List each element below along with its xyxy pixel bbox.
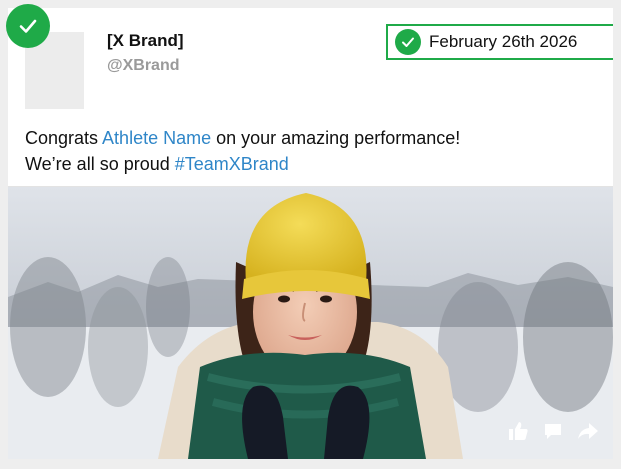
brand-handle: @XBrand	[107, 57, 180, 74]
post-date: February 26th 2026	[429, 32, 578, 51]
post-actions	[507, 420, 599, 447]
post-body: Congrats Athlete Name on your amazing pe…	[25, 125, 605, 177]
post-text-segment: We’re all so proud	[25, 154, 175, 174]
photo-illustration	[8, 187, 613, 459]
athlete-mention-link[interactable]: Athlete Name	[102, 128, 211, 148]
hashtag-link[interactable]: #TeamXBrand	[175, 154, 289, 174]
thumbs-up-icon[interactable]	[507, 420, 529, 447]
social-post-card: [X Brand] @XBrand February 26th 2026 Con…	[8, 8, 613, 459]
brand-name: [X Brand]	[107, 31, 184, 50]
check-icon	[395, 29, 421, 55]
post-photo	[8, 187, 613, 459]
share-icon[interactable]	[577, 420, 599, 447]
comment-icon[interactable]	[543, 421, 563, 446]
post-text-line: We’re all so proud #TeamXBrand	[25, 151, 605, 177]
post-date-badge: February 26th 2026	[386, 24, 613, 60]
approved-check-icon	[6, 4, 50, 48]
post-text-segment: on your amazing performance!	[211, 128, 461, 148]
post-text-segment: Congrats	[25, 128, 103, 148]
post-text-line: Congrats Athlete Name on your amazing pe…	[25, 125, 605, 151]
